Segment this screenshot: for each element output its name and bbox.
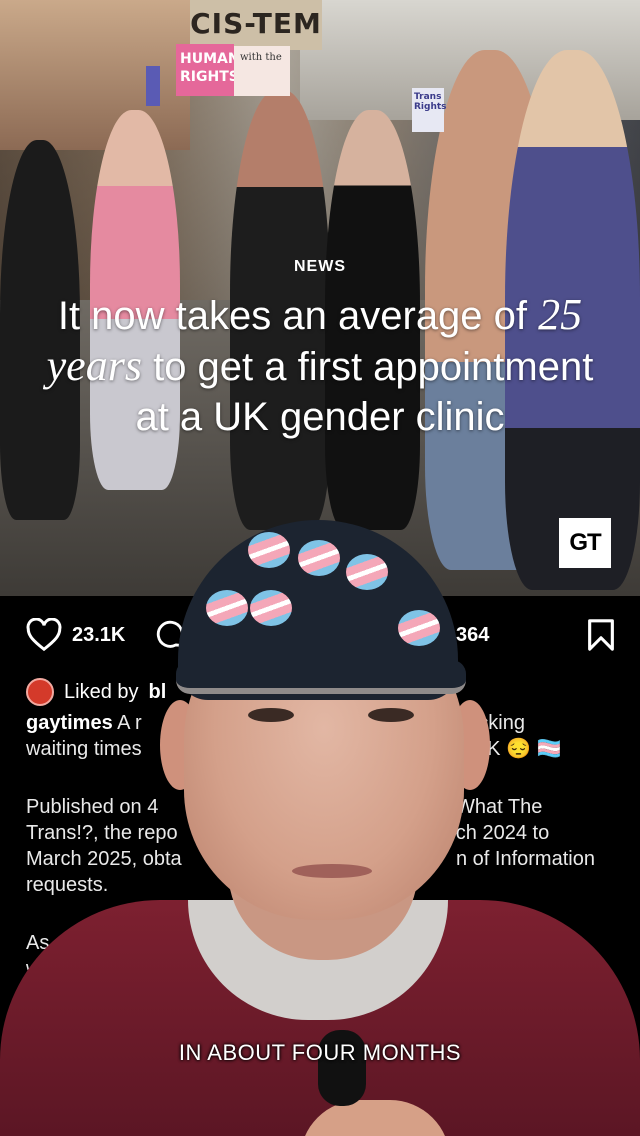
paragraph-text: March 2025, obta	[26, 848, 182, 870]
news-label: NEWS	[294, 258, 346, 275]
comment-icon	[156, 620, 185, 648]
caption-text-left: waiting times	[26, 738, 142, 760]
paragraph-text: ent, a	[514, 958, 565, 980]
action-bar: 23.1K 364	[26, 618, 616, 652]
protest-sign: Trans Rights	[412, 88, 447, 132]
paragraph-text: Published on 4	[26, 796, 159, 818]
like-count: 23.1K	[72, 623, 126, 646]
headline: It now takes an average of 25 years to g…	[0, 290, 640, 442]
headline-block: NEWS It now takes an average of 25 years…	[0, 258, 640, 442]
paragraph-text: arch 2024 to	[438, 822, 550, 844]
paragraph-text: As of Ma	[26, 932, 105, 954]
paragraph-text: What The	[456, 796, 543, 818]
liked-by-suffix: rs	[426, 680, 445, 703]
paragraph-text: waiti	[26, 958, 67, 980]
protest-sign: with the	[234, 46, 290, 96]
caption-text-right: hocking	[456, 712, 525, 734]
paragraph-text: Trans!?, the repo	[26, 822, 178, 844]
paragraph-text: were	[498, 932, 542, 954]
share-count-text: 364	[456, 623, 490, 646]
headline-part-a: It now takes an average of	[57, 294, 528, 338]
save-button[interactable]	[586, 618, 616, 652]
caption-paragraph: Published on 4 What The Trans!?, the repo…	[26, 794, 616, 898]
liked-by-user[interactable]: bl	[149, 681, 167, 704]
paragraph-text: requests.	[26, 874, 109, 896]
gt-logo: GT	[559, 518, 611, 568]
caption-paragraph: As of Ma were waiti ent, a	[26, 930, 616, 982]
caption: gaytimes A r hocking waiting times e UK 😔 …	[26, 710, 616, 762]
share-count[interactable]: 364	[456, 624, 489, 647]
protest-sign: HUMAN RIGHTS	[176, 44, 240, 96]
caption-text-left: A r	[117, 712, 142, 734]
protest-flag	[146, 66, 160, 106]
liked-by-avatar	[26, 678, 54, 706]
caption-text-right: e UK 😔 🏳️‍⚧️	[456, 738, 562, 760]
liked-by-row[interactable]: Liked by bl rs	[26, 678, 445, 706]
protest-sign: CIS-TEM	[190, 0, 322, 50]
building-left	[0, 0, 190, 150]
post-image[interactable]: CIS-TEM HUMAN RIGHTS with the Trans Righ…	[0, 0, 640, 596]
liked-by-prefix: Liked by	[64, 680, 139, 703]
paragraph-text: n of Information	[456, 848, 595, 870]
heart-icon	[26, 618, 62, 652]
like-button[interactable]: 23.1K	[26, 618, 125, 652]
headline-part-b: to get a first appointment at a UK gende…	[135, 345, 594, 439]
comment-button[interactable]	[154, 618, 188, 652]
video-subtitle: IN ABOUT FOUR MONTHS	[178, 1040, 462, 1065]
bookmark-icon	[588, 619, 614, 651]
caption-username[interactable]: gaytimes	[26, 712, 113, 734]
